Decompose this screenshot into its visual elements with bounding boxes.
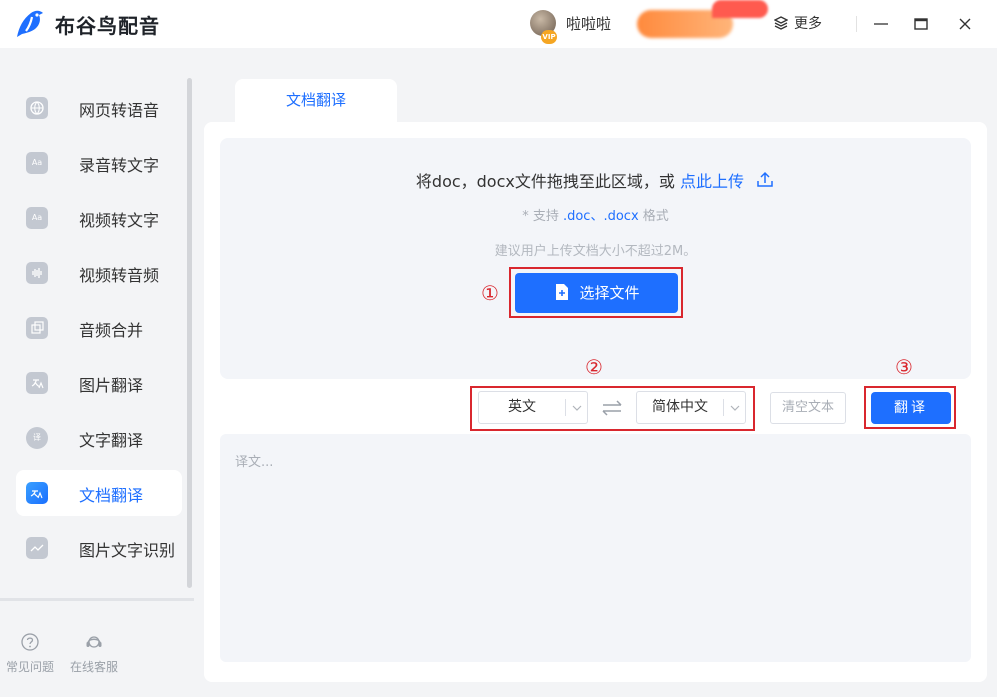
upload-link[interactable]: 点此上传 (680, 172, 744, 191)
text-translate-icon: 译 (26, 427, 48, 449)
sidebar-scrollbar[interactable] (187, 78, 192, 588)
annotation-1: ① (481, 281, 499, 305)
annotation-3: ③ (895, 355, 913, 379)
waveform-icon (26, 262, 48, 284)
support-prefix: * 支持 (522, 209, 559, 224)
upload-icon[interactable] (755, 170, 775, 190)
sidebar-item-label: 图片翻译 (79, 376, 144, 395)
faq-label: 常见问题 (5, 660, 54, 674)
username[interactable]: 啦啦啦 (566, 13, 611, 34)
title-bar: 布谷鸟配音 VIP 啦啦啦 更多 (0, 0, 997, 48)
titlebar-divider (856, 16, 857, 32)
translation-output[interactable] (220, 434, 971, 662)
source-language-select[interactable]: 英文 (478, 391, 588, 424)
more-menu-button[interactable]: 更多 (774, 13, 822, 33)
close-icon[interactable] (955, 14, 975, 34)
size-hint: 建议用户上传文档大小不超过2M。 (494, 244, 697, 259)
sidebar-item-label: 图片文字识别 (79, 541, 176, 560)
more-label: 更多 (794, 16, 822, 32)
drop-instructions: 将doc，docx文件拖拽至此区域，或 点此上传 (220, 168, 971, 192)
sidebar-divider (0, 598, 194, 601)
support-formats: .doc、.docx (562, 209, 639, 224)
sidebar-item-label: 网页转语音 (79, 101, 160, 120)
app-title: 布谷鸟配音 (55, 14, 160, 38)
choose-file-label: 选择文件 (579, 284, 640, 302)
sidebar-item-label: 文档翻译 (79, 486, 144, 505)
clear-text-button[interactable]: 清空文本 (770, 392, 846, 424)
chevron-down-icon (572, 405, 582, 411)
support-suffix: 格式 (642, 209, 669, 224)
headset-icon (86, 636, 102, 648)
image-ocr-icon (26, 537, 48, 559)
source-language-value: 英文 (508, 399, 536, 415)
merge-icon (26, 317, 48, 339)
target-language-value: 简体中文 (652, 399, 708, 415)
video-text-icon: Aa (26, 207, 48, 229)
supported-formats: * 支持 .doc、.docx 格式 (220, 205, 971, 224)
choose-file-button[interactable]: 选择文件 (515, 273, 678, 313)
sidebar-item-label: 视频转音频 (79, 266, 160, 285)
sidebar-item-label: 录音转文字 (79, 156, 160, 175)
translation-placeholder: 译文... (235, 455, 274, 470)
annotation-2: ② (585, 355, 603, 379)
sidebar-item-label: 视频转文字 (79, 211, 160, 230)
vip-badge: VIP (541, 30, 557, 44)
chevron-down-icon (730, 405, 740, 411)
layers-icon (774, 16, 788, 30)
vip-promo-tag (712, 0, 768, 18)
translate-button[interactable]: 翻译 (871, 392, 951, 424)
drop-text: 将doc，docx文件拖拽至此区域，或 (415, 172, 675, 191)
globe-icon (26, 97, 48, 119)
image-translate-icon (26, 372, 48, 394)
doc-translate-icon (26, 482, 48, 504)
swap-languages-icon[interactable] (600, 396, 624, 420)
online-support-button[interactable]: 在线客服 (64, 632, 124, 675)
sidebar-item-label: 音频合并 (79, 321, 144, 340)
minimize-icon[interactable] (871, 14, 891, 34)
sidebar-item-label: 文字翻译 (79, 431, 144, 450)
question-icon (21, 633, 39, 651)
text-aa-icon: Aa (26, 152, 48, 174)
bird-logo-icon (17, 10, 43, 37)
faq-button[interactable]: 常见问题 (0, 632, 60, 675)
file-plus-icon (556, 284, 569, 300)
tab-doc-translate[interactable]: 文档翻译 (235, 79, 397, 122)
online-support-label: 在线客服 (69, 660, 118, 674)
maximize-icon[interactable] (911, 14, 931, 34)
target-language-select[interactable]: 简体中文 (636, 391, 746, 424)
